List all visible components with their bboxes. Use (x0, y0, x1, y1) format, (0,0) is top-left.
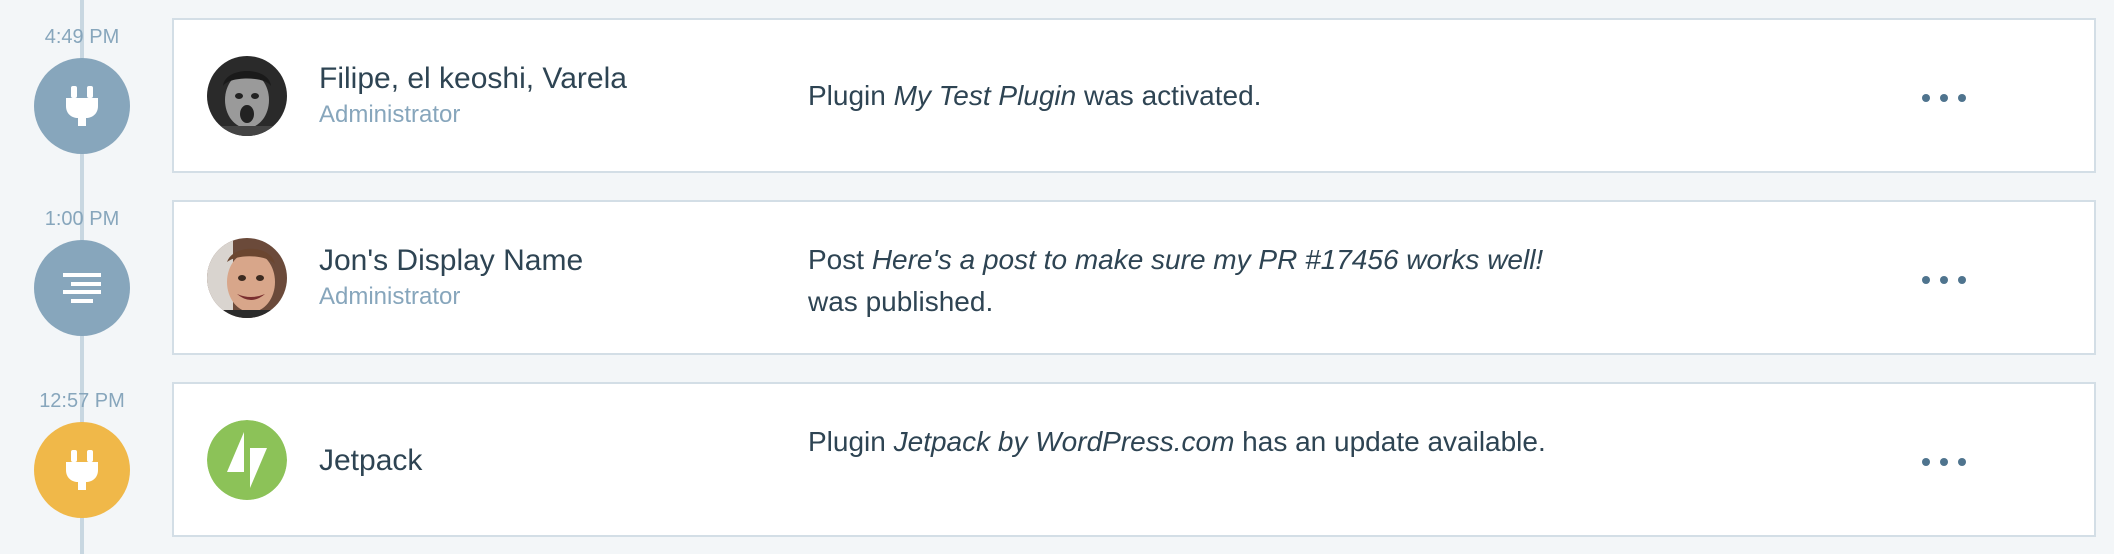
actor: Filipe, el keoshi, Varela Administrator (319, 60, 627, 131)
more-actions-button[interactable] (1914, 262, 1974, 298)
more-actions-button[interactable] (1914, 80, 1974, 116)
event-time: 1:00 PM (44, 208, 120, 230)
description-target-link[interactable]: Jetpack by WordPress.com (894, 426, 1235, 457)
actor: Jon's Display Name Administrator (319, 242, 583, 313)
event-time: 4:49 PM (44, 26, 120, 48)
event-card: Filipe, el keoshi, Varela Administrator … (172, 18, 2096, 173)
actor-name: Filipe, el keoshi, Varela (319, 62, 627, 95)
event-description: Plugin Jetpack by WordPress.com has an u… (808, 421, 1558, 463)
activity-event: 12:57 PM Jetpack Plugin Jetpack by WordP… (0, 364, 2114, 537)
post-icon (34, 240, 130, 336)
actor: Jetpack (319, 442, 422, 480)
description-prefix: Plugin (808, 80, 894, 111)
activity-event: 4:49 PM Filipe, el keoshi, Varela Admini… (0, 0, 2114, 173)
more-actions-button[interactable] (1914, 444, 1974, 480)
actor-name: Jetpack (319, 444, 423, 477)
plugin-icon (34, 422, 130, 518)
description-prefix: Post (808, 244, 872, 275)
description-suffix: has an update available. (1234, 426, 1546, 457)
description-prefix: Plugin (808, 426, 894, 457)
ellipsis-icon (1922, 458, 1930, 466)
activity-event: 1:00 PM Jon's Display Name Administrator… (0, 182, 2114, 355)
ellipsis-icon (1922, 276, 1930, 284)
avatar (207, 238, 287, 318)
event-description: Post Here's a post to make sure my PR #1… (808, 239, 1558, 323)
ellipsis-icon (1922, 94, 1930, 102)
description-suffix: was published. (808, 286, 994, 317)
event-card: Jon's Display Name Administrator Post He… (172, 200, 2096, 355)
event-time: 12:57 PM (39, 390, 125, 412)
avatar (207, 56, 287, 136)
event-card: Jetpack Plugin Jetpack by WordPress.com … (172, 382, 2096, 537)
event-description: Plugin My Test Plugin was activated. (808, 75, 1558, 117)
description-target-link[interactable]: Here's a post to make sure my PR #17456 … (872, 244, 1543, 275)
description-suffix: was activated. (1076, 80, 1262, 111)
plugin-icon (34, 58, 130, 154)
actor-name: Jon's Display Name (319, 244, 584, 277)
actor-role: Administrator (319, 101, 461, 128)
actor-role: Administrator (319, 283, 461, 310)
activity-log: 4:49 PM Filipe, el keoshi, Varela Admini… (0, 0, 2114, 554)
description-target-link[interactable]: My Test Plugin (894, 80, 1077, 111)
jetpack-logo-icon (207, 420, 287, 500)
